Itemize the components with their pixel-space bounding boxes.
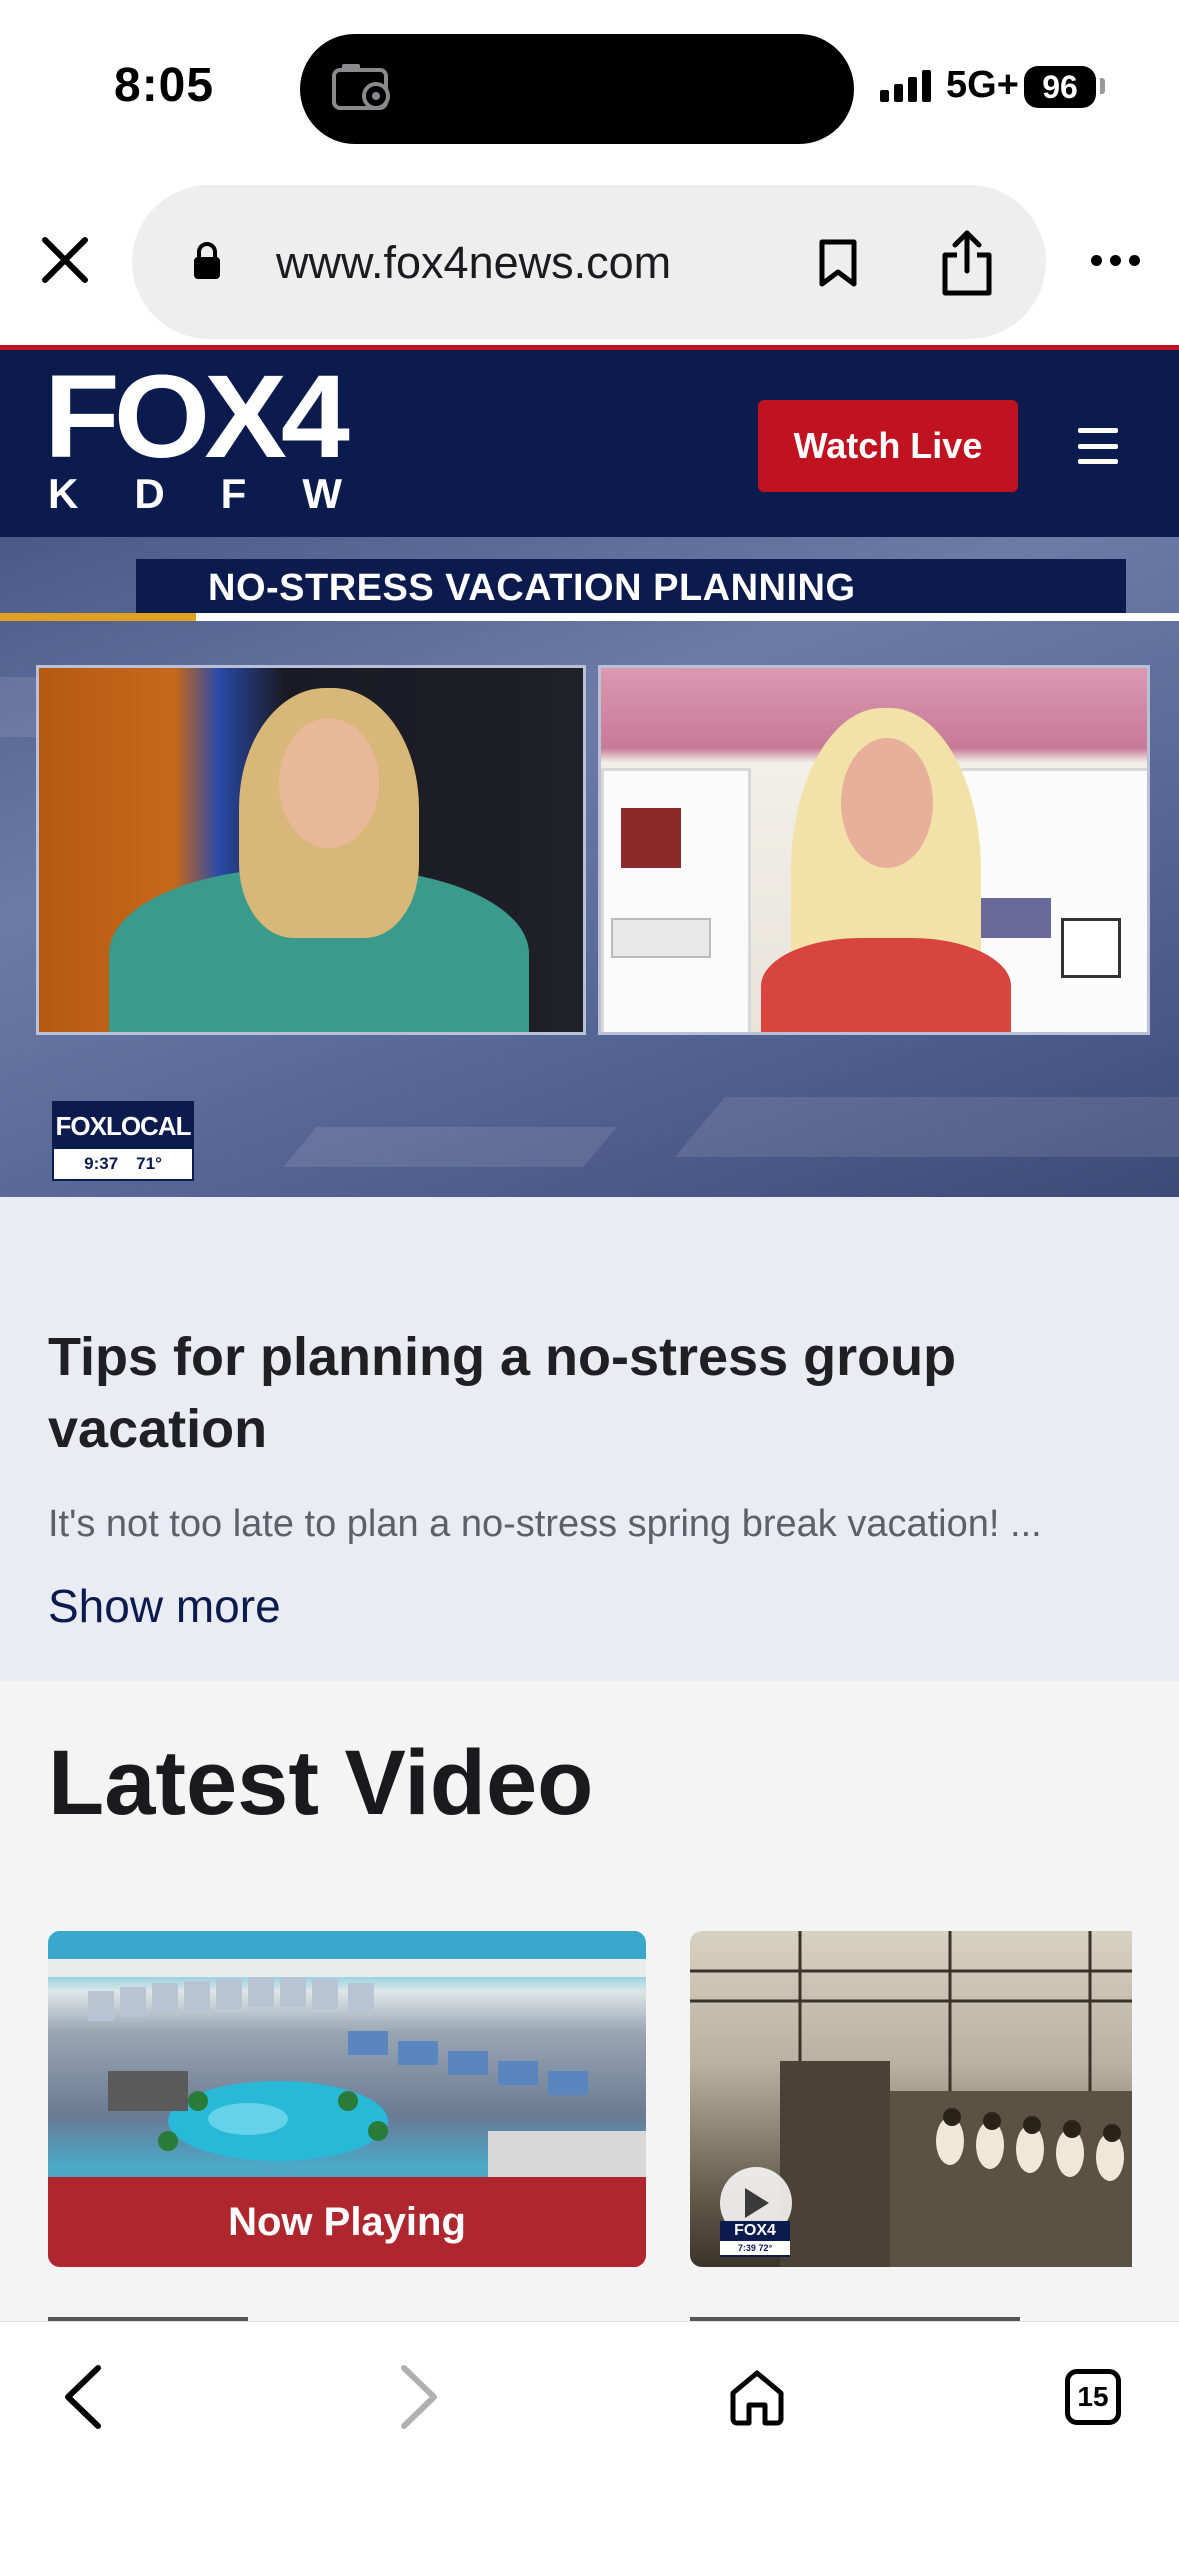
browser-toolbar: 15	[0, 2321, 1179, 2556]
video-lower-third-banner: NO-STRESS VACATION PLANNING	[136, 559, 1126, 617]
site-header: FOX4 KDFW Watch Live	[0, 345, 1179, 537]
mini-bug-label: FOX4	[734, 2222, 776, 2239]
status-time: 8:05	[114, 59, 215, 112]
forward-button[interactable]	[374, 2352, 464, 2442]
watch-live-button[interactable]: Watch Live	[758, 400, 1018, 492]
video-player[interactable]: NO-STRESS VACATION PLANNING FOXLOCAL 9:3…	[0, 537, 1179, 1197]
home-button[interactable]	[712, 2352, 802, 2442]
bug-time-temp: 9:37 71°	[54, 1149, 192, 1179]
video-title: Tips for planning a no-stress group vaca…	[48, 1327, 957, 1459]
close-icon	[42, 237, 88, 283]
resort-aerial-thumbnail	[48, 1931, 646, 2177]
lock-icon	[194, 242, 220, 279]
battery-indicator: 96	[1024, 66, 1096, 108]
status-bar: 8:05 5G+ 96	[0, 0, 1179, 175]
browser-bar: www.fox4news.com	[0, 175, 1179, 345]
video-panel-anchor	[36, 665, 586, 1035]
share-icon	[942, 230, 992, 296]
hamburger-menu-button[interactable]	[1078, 428, 1118, 464]
network-type: 5G+	[946, 64, 1019, 106]
video-description: It's not too late to plan a no-stress sp…	[48, 1503, 1042, 1545]
more-button[interactable]	[1080, 235, 1150, 285]
hamburger-menu-icon	[1078, 428, 1118, 433]
back-button[interactable]	[38, 2352, 128, 2442]
address-bar[interactable]: www.fox4news.com	[132, 185, 1046, 339]
bookmark-button[interactable]	[808, 231, 868, 295]
now-playing-label: Now Playing	[48, 2177, 646, 2267]
dynamic-island	[300, 34, 854, 144]
battery-nub	[1100, 78, 1105, 94]
bug-temp: 71°	[136, 1154, 162, 1173]
forward-icon	[401, 2365, 437, 2429]
cellular-signal-icon	[880, 70, 931, 102]
fox4-logo[interactable]: FOX4 KDFW	[44, 351, 398, 514]
bug-label: FOXLOCAL	[54, 1103, 192, 1149]
video-panel-guest	[598, 665, 1150, 1035]
video-card-now-playing[interactable]: Now Playing	[48, 1931, 646, 2267]
home-icon	[730, 2370, 784, 2426]
close-button[interactable]	[30, 225, 100, 295]
share-button[interactable]	[932, 223, 1002, 303]
tabs-icon: 15	[1065, 2369, 1121, 2425]
more-icon	[1090, 254, 1102, 266]
bookmark-icon	[819, 239, 857, 287]
url-text: www.fox4news.com	[276, 237, 672, 288]
video-card-2[interactable]: FOX4 7:39 72°	[690, 1931, 1132, 2267]
screen-recording-camera-icon	[332, 64, 390, 110]
back-icon	[65, 2365, 101, 2429]
video-info-section: Tips for planning a no-stress group vaca…	[0, 1197, 1179, 1681]
tabs-button[interactable]: 15	[1048, 2352, 1138, 2442]
banner-underline	[196, 613, 1179, 621]
fox4-mini-bug: FOX4 7:39 72°	[720, 2221, 790, 2257]
banner-accent-line	[0, 613, 196, 621]
mini-bug-time-temp: 7:39 72°	[720, 2241, 790, 2255]
show-more-link[interactable]: Show more	[48, 1579, 281, 1633]
latest-video-heading: Latest Video	[48, 1732, 594, 1834]
mini-bug-temp: 72°	[758, 2243, 773, 2253]
bug-time: 9:37	[84, 1154, 119, 1173]
play-triangle-icon	[745, 2188, 769, 2218]
fox-local-bug: FOXLOCAL 9:37 71°	[52, 1101, 194, 1181]
logo-main-text: FOX4	[44, 351, 350, 483]
mini-bug-time: 7:39	[737, 2243, 756, 2253]
latest-video-section: Latest Video Now Playing FOX4 7:39 72°	[0, 1681, 1179, 2321]
